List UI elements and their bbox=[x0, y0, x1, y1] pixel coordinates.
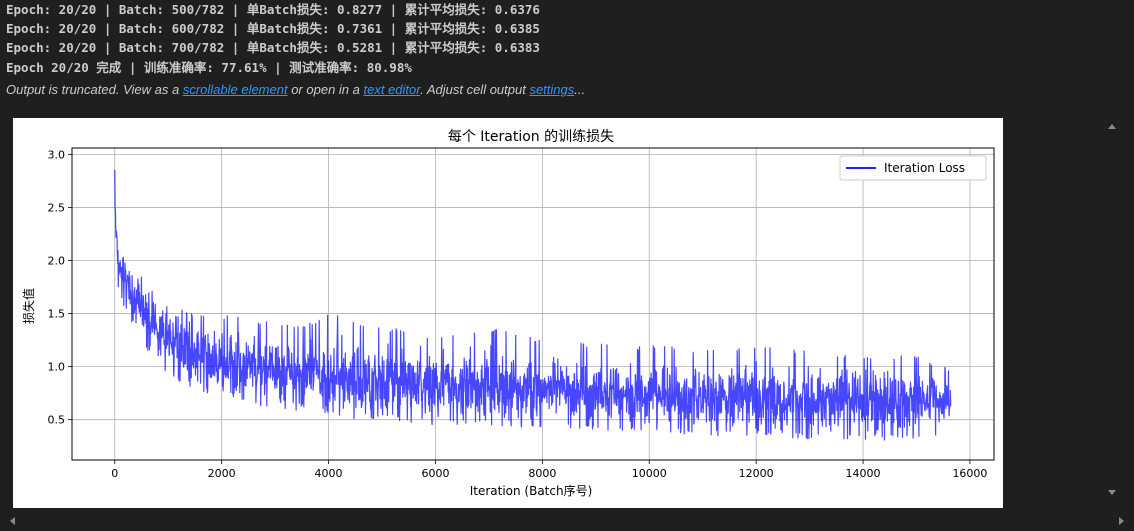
x-tick-label: 6000 bbox=[421, 467, 449, 480]
log-line: Epoch: 20/20 | Batch: 500/782 | 单Batch损失… bbox=[6, 2, 540, 17]
y-tick-label: 2.0 bbox=[48, 254, 66, 267]
x-tick-label: 0 bbox=[111, 467, 118, 480]
y-tick-label: 1.5 bbox=[48, 308, 66, 321]
notebook-output-area: Epoch: 20/20 | Batch: 500/782 | 单Batch损失… bbox=[0, 0, 1134, 531]
x-tick-label: 16000 bbox=[952, 467, 987, 480]
x-tick-label: 14000 bbox=[846, 467, 881, 480]
text-editor-link[interactable]: text editor bbox=[363, 82, 420, 97]
y-tick-label: 2.5 bbox=[48, 201, 66, 214]
scroll-left-arrow-icon[interactable] bbox=[10, 517, 15, 525]
truncation-text: or open in a bbox=[287, 82, 364, 97]
x-tick-label: 10000 bbox=[632, 467, 667, 480]
y-tick-label: 0.5 bbox=[48, 414, 66, 427]
scroll-right-arrow-icon[interactable] bbox=[1119, 517, 1124, 525]
loss-chart: 0 2000 4000 6000 8000 10000 12000 14000 16000 0.5… bbox=[21, 129, 995, 498]
x-tick-label: 12000 bbox=[739, 467, 774, 480]
log-line: Epoch 20/20 完成 | 训练准确率: 77.61% | 测试准确率: … bbox=[6, 60, 412, 75]
legend-label: Iteration Loss bbox=[884, 161, 965, 175]
settings-link[interactable]: settings bbox=[529, 82, 574, 97]
y-tick-label: 3.0 bbox=[48, 148, 66, 161]
truncation-text: ... bbox=[574, 82, 586, 97]
legend: Iteration Loss bbox=[839, 155, 987, 181]
series-layer bbox=[114, 169, 952, 441]
chart-image: 0 2000 4000 6000 8000 10000 12000 14000 16000 0.5… bbox=[13, 118, 1003, 508]
horizontal-scrollbar[interactable] bbox=[0, 512, 1134, 531]
y-tick-label: 1.0 bbox=[48, 361, 66, 374]
x-tick-label: 2000 bbox=[208, 467, 236, 480]
scroll-down-arrow-icon[interactable] bbox=[1108, 490, 1116, 495]
x-axis-label: Iteration (Batch序号) bbox=[470, 483, 593, 498]
log-line: Epoch: 20/20 | Batch: 700/782 | 单Batch损失… bbox=[6, 40, 540, 55]
y-axis-label: 损失值 bbox=[21, 288, 36, 324]
truncation-text: . Adjust cell output bbox=[420, 82, 530, 97]
x-tick-label: 8000 bbox=[528, 467, 556, 480]
truncation-note: Output is truncated. View as a scrollabl… bbox=[6, 82, 585, 97]
scroll-up-arrow-icon[interactable] bbox=[1108, 124, 1116, 129]
scrollable-element-link[interactable]: scrollable element bbox=[183, 82, 288, 97]
axis-layer: 0 2000 4000 6000 8000 10000 12000 14000 16000 0.5… bbox=[48, 148, 988, 480]
log-line: Epoch: 20/20 | Batch: 600/782 | 单Batch损失… bbox=[6, 21, 540, 36]
x-tick-label: 4000 bbox=[315, 467, 343, 480]
iteration-loss-line bbox=[114, 169, 952, 441]
truncation-text: Output is truncated. View as a bbox=[6, 82, 183, 97]
chart-title: 每个 Iteration 的训练损失 bbox=[448, 129, 614, 145]
